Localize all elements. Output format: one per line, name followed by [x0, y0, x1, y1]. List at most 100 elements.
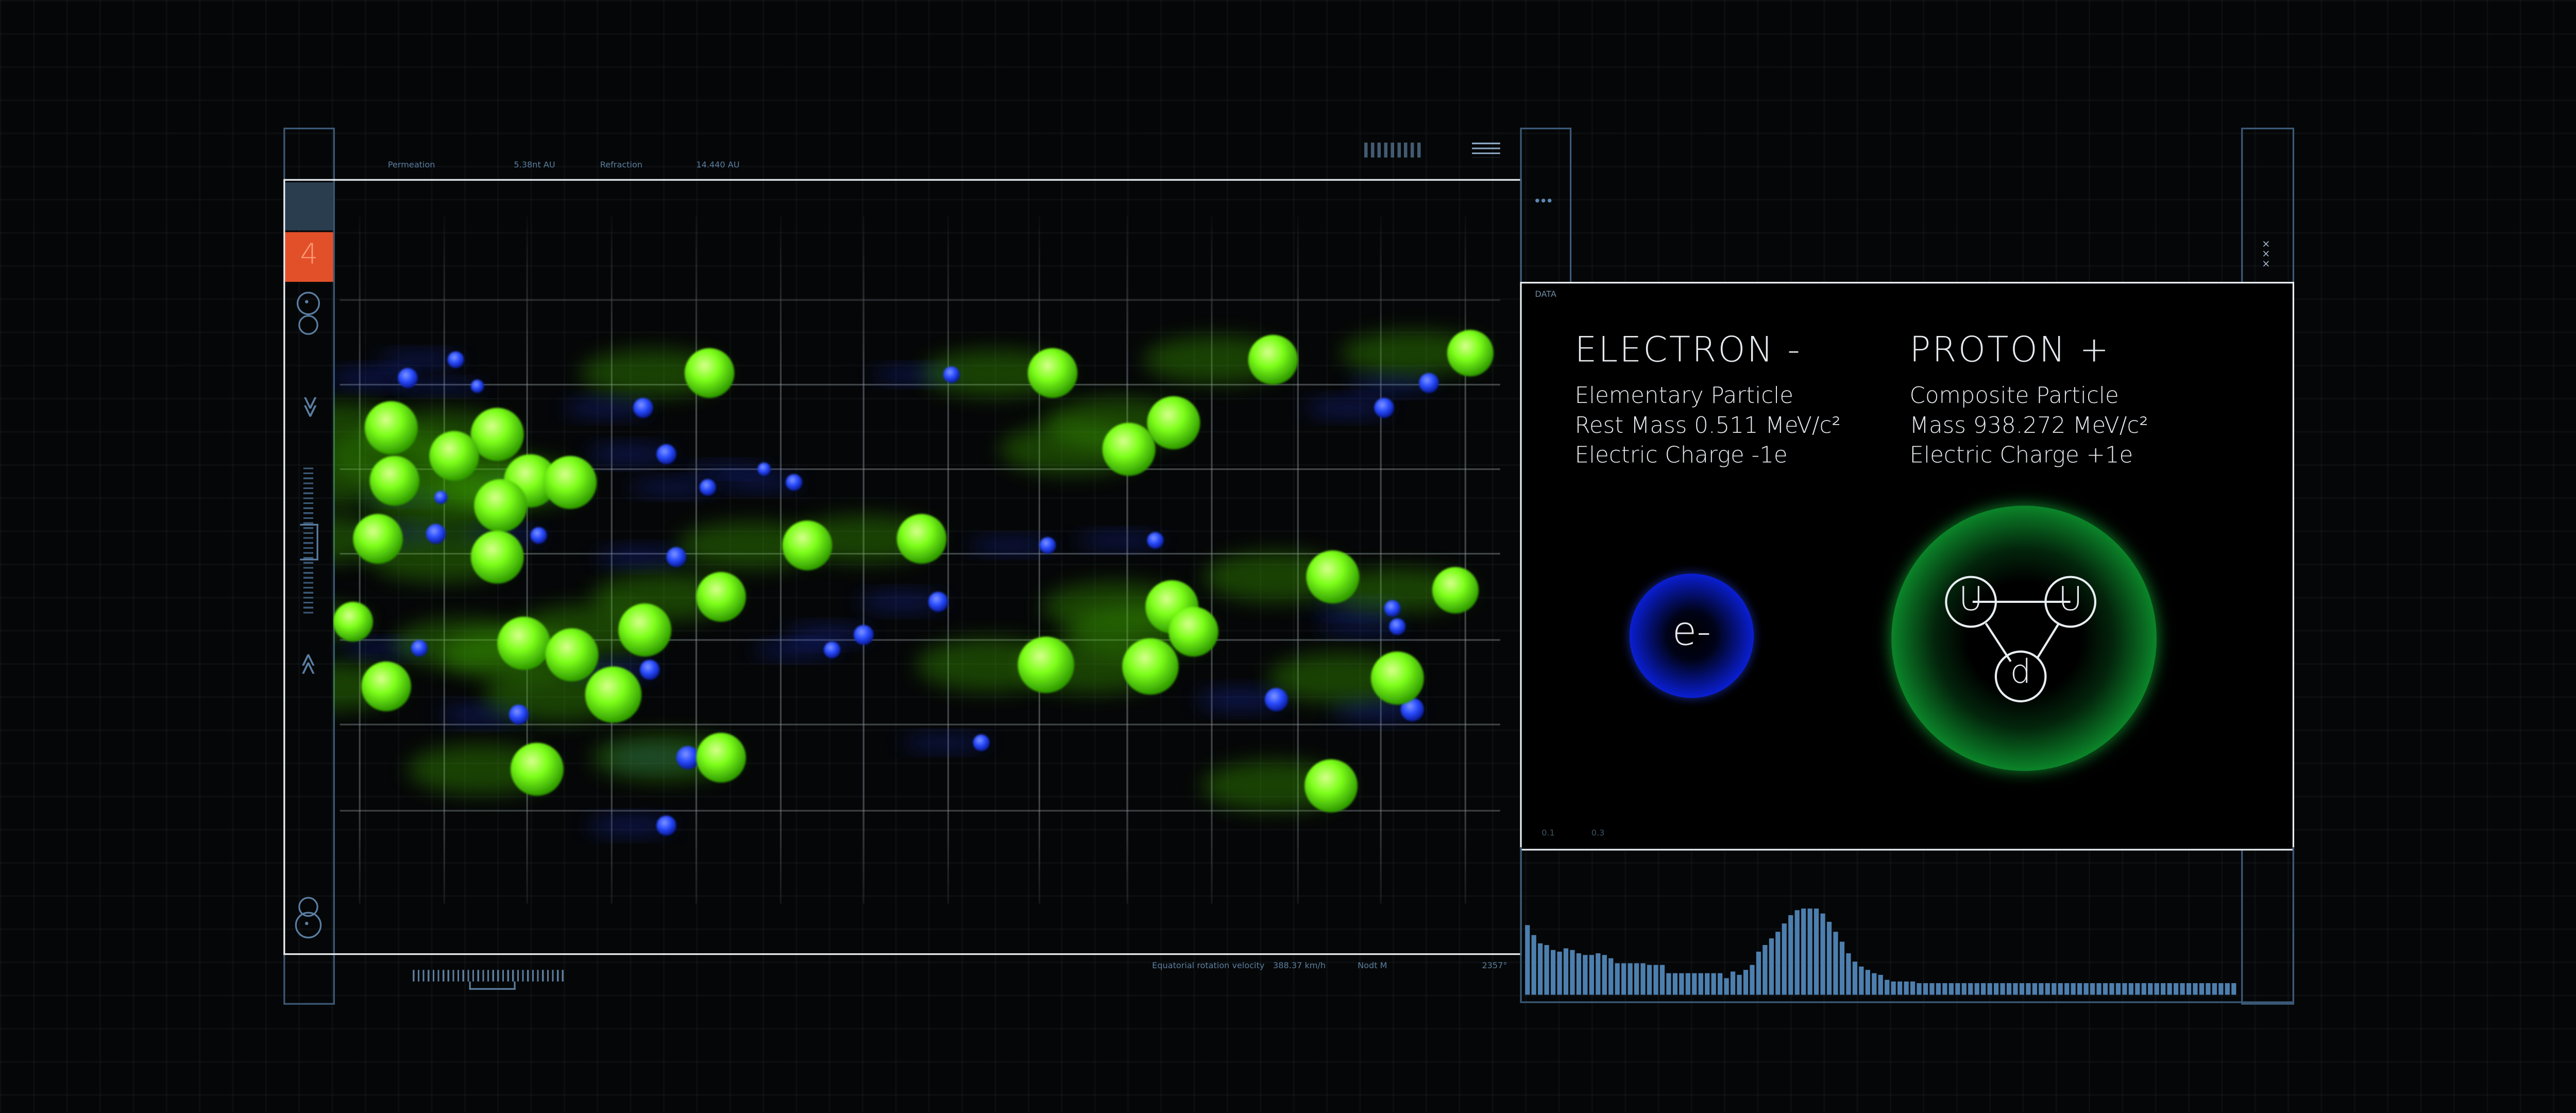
electron-particle — [1384, 600, 1401, 617]
proton-particle — [1306, 550, 1360, 604]
histogram-bar — [1769, 938, 1774, 995]
proton-particle — [782, 520, 833, 570]
proton-particle — [429, 431, 479, 481]
histogram-bar — [1923, 983, 1928, 995]
electron-particle — [434, 491, 448, 504]
electron-particle — [447, 351, 464, 368]
histogram-bar — [1563, 948, 1569, 995]
histogram-bar — [2218, 983, 2224, 995]
histogram-bar — [2096, 983, 2102, 995]
histogram-bar — [1968, 983, 1973, 995]
proton-title: PROTON + — [1909, 330, 2111, 370]
histogram-bar — [2006, 983, 2012, 995]
list-icon[interactable] — [1472, 142, 1500, 158]
histogram-bar — [1589, 955, 1594, 995]
histogram-bar — [1910, 981, 1916, 995]
histogram-bar — [2225, 983, 2230, 995]
electron-particle — [928, 592, 948, 612]
proton-particle — [333, 601, 373, 642]
menu-dots-icon[interactable]: ••• — [1533, 194, 1553, 209]
histogram-bar — [1653, 965, 1658, 995]
histogram-bar — [1692, 973, 1697, 995]
histogram-bar — [1711, 973, 1716, 995]
histogram-bar — [1904, 981, 1909, 995]
histogram-bar — [1628, 963, 1633, 995]
histogram-bar — [2167, 983, 2172, 995]
electron-particle — [470, 379, 484, 393]
quark-label-d: d — [2010, 651, 2031, 692]
histogram-bar — [1679, 973, 1684, 995]
histogram-bar — [1948, 983, 1954, 995]
proton-particle — [585, 666, 642, 723]
histogram-bar — [2173, 983, 2179, 995]
close-icon[interactable]: × × × — [2256, 240, 2276, 271]
histogram-bar — [1538, 943, 1543, 995]
electron-particle — [699, 479, 716, 496]
histogram-bar — [1897, 981, 1903, 995]
quark-label-u2: U — [2058, 578, 2083, 619]
histogram-bar — [1724, 978, 1729, 995]
electron-particle — [1039, 537, 1056, 554]
quark-label-u1: U — [1959, 578, 1984, 619]
histogram-bar — [2115, 983, 2121, 995]
histogram-bar — [2000, 983, 2005, 995]
histogram-bar — [1557, 951, 1562, 995]
electron-symbol: e- — [1672, 608, 1711, 655]
histogram-bar — [2141, 983, 2146, 995]
histogram-bar — [2231, 983, 2236, 995]
histogram-bar — [1685, 973, 1690, 995]
histogram-bar — [2013, 983, 2018, 995]
histogram-bar — [1647, 965, 1652, 995]
histogram-bar — [1698, 973, 1703, 995]
electron-particle — [854, 625, 874, 645]
histogram-bar — [1961, 983, 1967, 995]
histogram-bar — [1525, 925, 1530, 995]
histogram-bar — [2026, 983, 2031, 995]
histogram-bar — [1936, 983, 1941, 995]
histogram-bar — [2071, 983, 2076, 995]
axis-label-b: 0.3 — [1591, 829, 1605, 839]
proton-particle — [1122, 638, 1179, 695]
proton-particle — [696, 733, 746, 783]
unit-label: Nodt M — [1358, 962, 1387, 972]
histogram-bar — [2212, 983, 2217, 995]
histogram-bar — [1814, 908, 1819, 995]
proton-particle — [364, 401, 418, 454]
histogram-bar — [2180, 983, 2185, 995]
axis-label-a: 0.1 — [1541, 829, 1555, 839]
histogram-bar — [1865, 970, 1870, 995]
histogram-bar — [1544, 945, 1549, 995]
quark-diagram — [1945, 576, 2097, 703]
histogram-bar — [1955, 983, 1960, 995]
electron-particle — [1374, 398, 1394, 418]
histogram-bar — [1878, 974, 1883, 995]
histogram-bar — [2154, 983, 2159, 995]
histogram-bar — [2019, 983, 2025, 995]
proton-particle — [545, 628, 599, 682]
histogram-bar — [1621, 963, 1626, 995]
histogram-bar — [1981, 983, 1986, 995]
histogram-bar — [2077, 983, 2082, 995]
histogram-bar — [1987, 983, 1992, 995]
histogram-bar — [1608, 958, 1614, 995]
histogram-bar — [1794, 910, 1800, 995]
electron-particle — [824, 642, 841, 659]
histogram-bar — [1730, 971, 1736, 995]
electron-particle — [757, 462, 771, 476]
electron-particle — [426, 524, 446, 544]
electron-particle — [1419, 373, 1439, 393]
electron-particle — [786, 474, 803, 491]
histogram-bar — [1852, 962, 1858, 995]
proton-particle — [544, 456, 597, 509]
histogram-bar — [1550, 950, 1556, 995]
proton-particle — [696, 572, 746, 622]
histogram-bar — [1974, 983, 1979, 995]
electron-particle — [973, 734, 990, 751]
proton-mass: Mass 938.272 MeV/c² — [1909, 413, 2148, 440]
histogram-bar — [1826, 921, 1832, 995]
histogram-bar — [2161, 983, 2166, 995]
histogram-bar — [2058, 983, 2063, 995]
histogram-bar — [1859, 966, 1864, 995]
electron-title: ELECTRON - — [1574, 330, 1802, 370]
electron-particle — [633, 398, 653, 418]
